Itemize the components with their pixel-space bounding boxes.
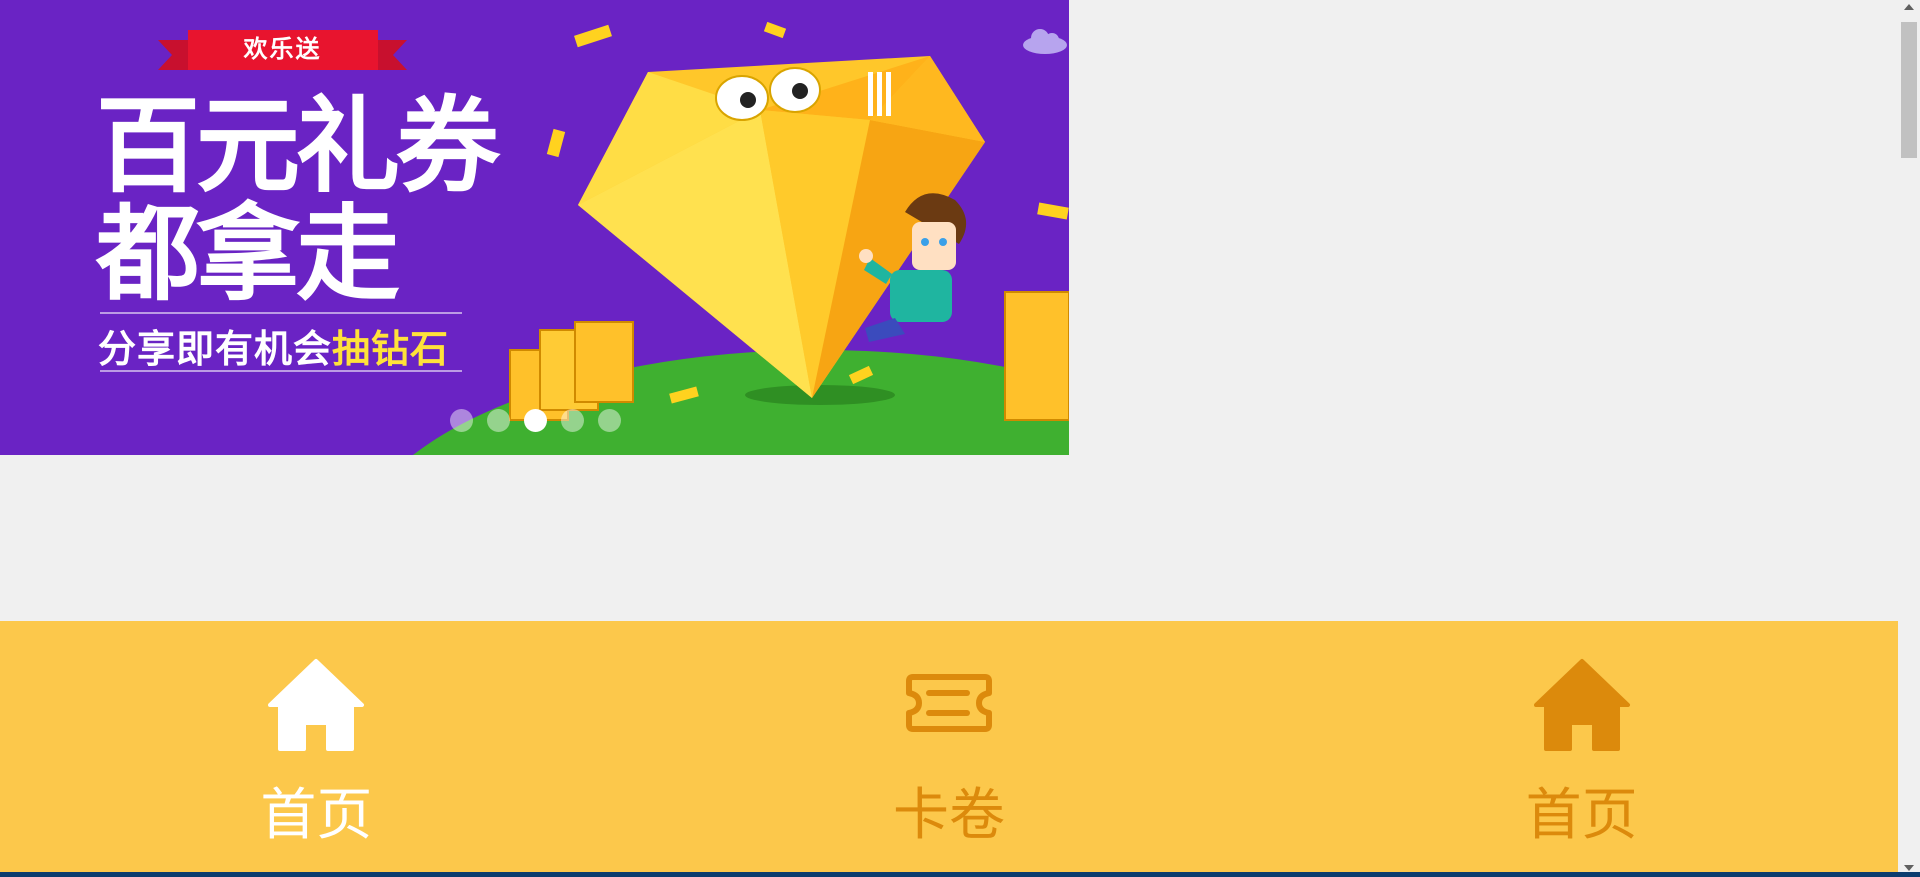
scroll-up-arrow-icon[interactable] <box>1904 4 1914 10</box>
home-icon <box>268 659 365 751</box>
carousel-dot[interactable] <box>598 409 621 432</box>
divider-bottom <box>100 370 462 372</box>
bottom-tab-bar: 首页 卡卷 首页 <box>0 621 1898 872</box>
promo-banner[interactable]: 欢乐送 百元礼券 都拿走 分享即有机会抽钻石 <box>0 0 1069 455</box>
carousel-dot[interactable] <box>487 409 510 432</box>
headline-line-1: 百元礼券 <box>96 85 500 207</box>
carousel-dot[interactable] <box>561 409 584 432</box>
scroll-thumb[interactable] <box>1901 22 1917 158</box>
tab-home-secondary[interactable]: 首页 <box>1265 621 1898 872</box>
headline-line-2: 都拿走 <box>96 193 400 315</box>
carousel-dot[interactable] <box>450 409 473 432</box>
home-icon <box>1533 659 1630 751</box>
page-viewport: 欢乐送 百元礼券 都拿走 分享即有机会抽钻石 首页 卡卷 首页 <box>0 0 1898 877</box>
banner-headline: 百元礼券 都拿走 <box>96 85 500 315</box>
carousel-indicators <box>450 409 621 432</box>
tab-cards-label: 卡卷 <box>893 783 1005 848</box>
divider-top <box>100 312 462 314</box>
banner-subline: 分享即有机会抽钻石 <box>98 318 449 373</box>
subline-main: 分享即有机会 <box>98 327 333 371</box>
tab-home[interactable]: 首页 <box>0 621 633 872</box>
scroll-down-arrow-icon[interactable] <box>1904 865 1914 871</box>
window-bottom-edge <box>0 872 1920 877</box>
vertical-scrollbar[interactable] <box>1898 0 1920 877</box>
subline-highlight: 抽钻石 <box>332 327 450 371</box>
tab-home-secondary-label: 首页 <box>1525 783 1638 848</box>
tab-home-label: 首页 <box>260 783 373 848</box>
ticket-icon <box>906 674 992 732</box>
carousel-dot-active[interactable] <box>524 409 547 432</box>
ribbon-label: 欢乐送 <box>243 35 322 63</box>
tab-cards[interactable]: 卡卷 <box>633 621 1266 872</box>
